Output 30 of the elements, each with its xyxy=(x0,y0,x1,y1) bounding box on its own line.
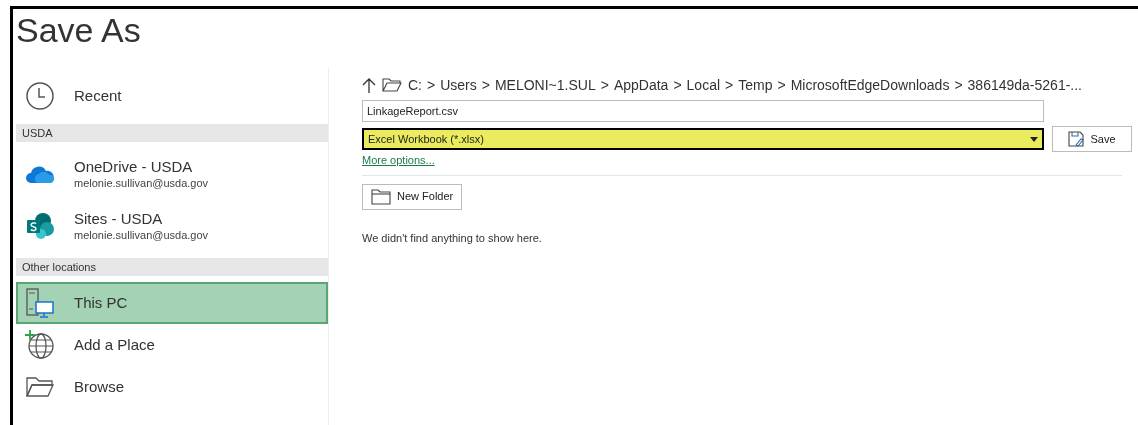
sidebar-item[interactable]: Browse xyxy=(16,366,328,408)
group-header: USDA xyxy=(16,124,328,142)
path-separator: > xyxy=(673,75,682,95)
new-folder-button[interactable]: New Folder xyxy=(362,183,463,210)
file-name-field[interactable]: LinkageReport.csv xyxy=(362,100,1044,122)
breadcrumb-link[interactable]: Users xyxy=(440,74,477,96)
sidebar-item[interactable]: Recent xyxy=(16,74,328,118)
breadcrumb-link[interactable]: Local xyxy=(686,74,721,96)
path-separator: > xyxy=(777,75,786,95)
path-separator: > xyxy=(725,75,734,95)
breadcrumb-link[interactable]: MicrosoftEdgeDownloads xyxy=(790,74,950,96)
breadcrumb-link[interactable]: C: xyxy=(408,74,422,96)
sidebar-item[interactable]: This PC xyxy=(16,282,328,324)
path-separator: > xyxy=(954,75,963,95)
sidebar-item[interactable]: OneDrive - USDA melonie.sullivan@usda.gov xyxy=(16,148,328,200)
sidebar-item[interactable]: Sites - USDA melonie.sullivan@usda.gov xyxy=(16,200,328,252)
save-button[interactable]: Save xyxy=(1052,126,1132,152)
empty-message: We didn't find anything to show here. xyxy=(362,230,542,246)
breadcrumb-link[interactable]: AppData xyxy=(613,74,669,96)
path-separator: > xyxy=(600,75,609,95)
group-header: Other locations xyxy=(16,258,328,276)
path-separator: > xyxy=(481,75,490,95)
window-title: Save As xyxy=(16,10,141,51)
breadcrumb-link[interactable]: 386149da-5261-... xyxy=(967,74,1082,96)
sidebar-item[interactable]: Add a Place xyxy=(16,324,328,366)
file-type-dropdown[interactable]: Excel Workbook (*.xlsx) xyxy=(362,128,1044,150)
path-separator: > xyxy=(427,75,436,95)
breadcrumb-link[interactable]: Temp xyxy=(738,74,773,96)
breadcrumb-link[interactable]: MELONI~1.SUL xyxy=(494,74,596,96)
more-options-link[interactable]: More options... xyxy=(362,152,435,169)
